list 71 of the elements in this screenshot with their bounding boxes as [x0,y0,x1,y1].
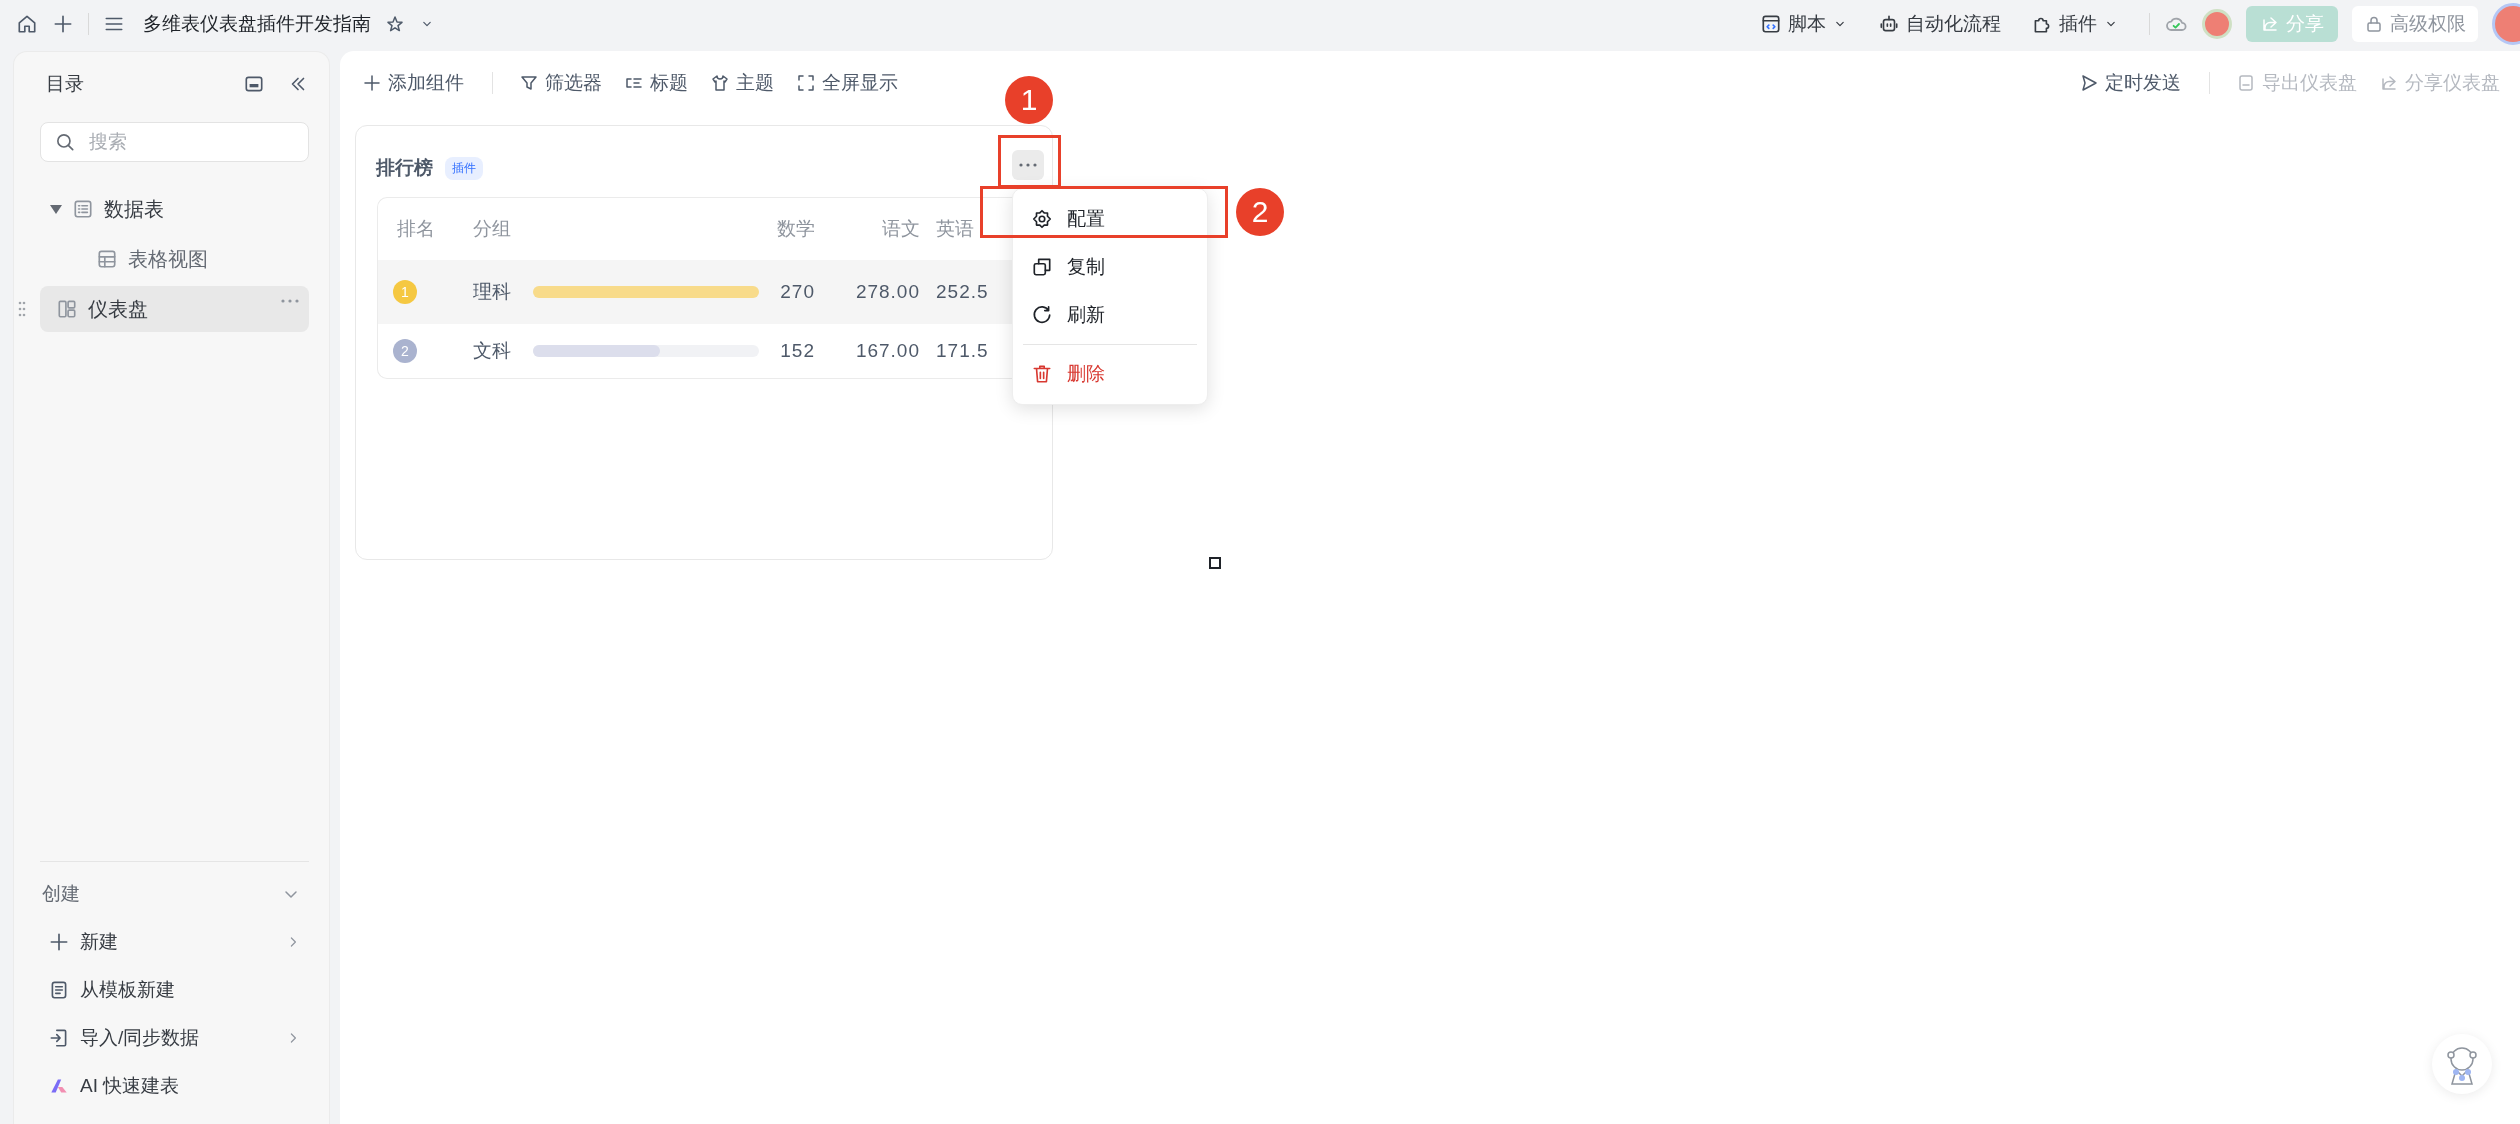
toolbar-button[interactable]: 定时发送 [2079,70,2181,96]
tree-item[interactable]: 表格视图 [40,236,309,282]
expand-arrow-icon[interactable] [50,204,62,214]
step-marker: 2 [1236,188,1284,236]
gear-icon [1031,208,1053,230]
step-marker: 1 [1005,76,1053,124]
menu-item[interactable]: 新建 [40,918,309,966]
trash-icon [1031,363,1053,385]
table-cell-text: 理科 [473,280,512,304]
table-cell-text: 252.5 [935,281,990,303]
document-icon [2236,73,2256,93]
toolbar-button[interactable]: 筛选器 [519,70,602,96]
table-cell-text: 152 [779,340,816,362]
drag-handle-icon[interactable] [18,300,26,318]
table-cell-text: 167.00 [854,340,921,362]
toolbar-button[interactable]: 全屏显示 [796,70,898,96]
square-marker [1209,557,1221,569]
more-button[interactable] [1012,150,1044,180]
more-icon [1019,163,1037,167]
tree-item[interactable]: 数据表 [40,186,309,232]
plugin-tag: 插件 [445,156,483,180]
grid-icon [96,248,118,270]
copy-icon [1031,256,1053,278]
list-icon [72,198,94,220]
document-title: 多维表仪表盘插件开发指南 [143,12,371,36]
layout-icon [56,298,78,320]
menu-item[interactable]: 导入/同步数据 [40,1014,309,1062]
toolbar-button[interactable]: 添加组件 [362,70,464,96]
menu-item[interactable]: 删除 [1013,350,1207,398]
sidebar-title: 目录 [46,72,85,96]
table-cell-text: 171.5 [935,340,990,362]
column-header: 分组 [473,217,512,241]
fullscreen-icon [796,73,816,93]
medal-icon: 2 [393,339,417,363]
shirt-icon [710,73,730,93]
filter-icon [519,73,539,93]
medal-icon: 1 [393,280,417,304]
lock-icon [2364,14,2384,34]
more-icon [281,299,299,303]
table-cell-text: 278.00 [854,281,921,303]
toolbar-button[interactable]: 主题 [710,70,774,96]
search-field[interactable]: 搜索 [40,122,309,162]
star-icon [385,14,405,34]
refresh-icon [1031,304,1053,326]
plus-icon [362,73,382,93]
column-header: 数学 [776,217,816,241]
table-cell-text: 文科 [473,339,512,363]
send-icon [2079,73,2099,93]
share-icon [2379,73,2399,93]
table-cell-text: 270 [779,281,816,303]
search-icon [54,131,76,153]
section-title: 创建 [42,882,80,906]
toolbar-menu[interactable]: 脚本 [1760,11,1848,37]
menu-item[interactable]: 从模板新建 [40,966,309,1014]
column-header: 语文 [881,217,921,241]
menu-item[interactable]: 刷新 [1013,291,1207,339]
column-header: 排名 [396,217,436,241]
document-code-icon [1760,13,1782,35]
plus-icon [52,13,74,35]
plus-icon [48,931,70,953]
toolbar-menu[interactable]: 自动化流程 [1878,11,2001,37]
menu-item[interactable]: 复制 [1013,243,1207,291]
toolbar-button[interactable]: 标题 [624,70,688,96]
menu-item[interactable]: AI 快速建表 [40,1062,309,1110]
widget-title: 排行榜 [376,156,433,180]
avatar[interactable] [2202,9,2232,39]
toolbar-menu[interactable]: 插件 [2031,11,2119,37]
home-icon [16,13,38,35]
menu-item[interactable]: 配置 [1013,195,1207,243]
share-icon [2260,14,2280,34]
column-header: 英语 [935,217,975,241]
